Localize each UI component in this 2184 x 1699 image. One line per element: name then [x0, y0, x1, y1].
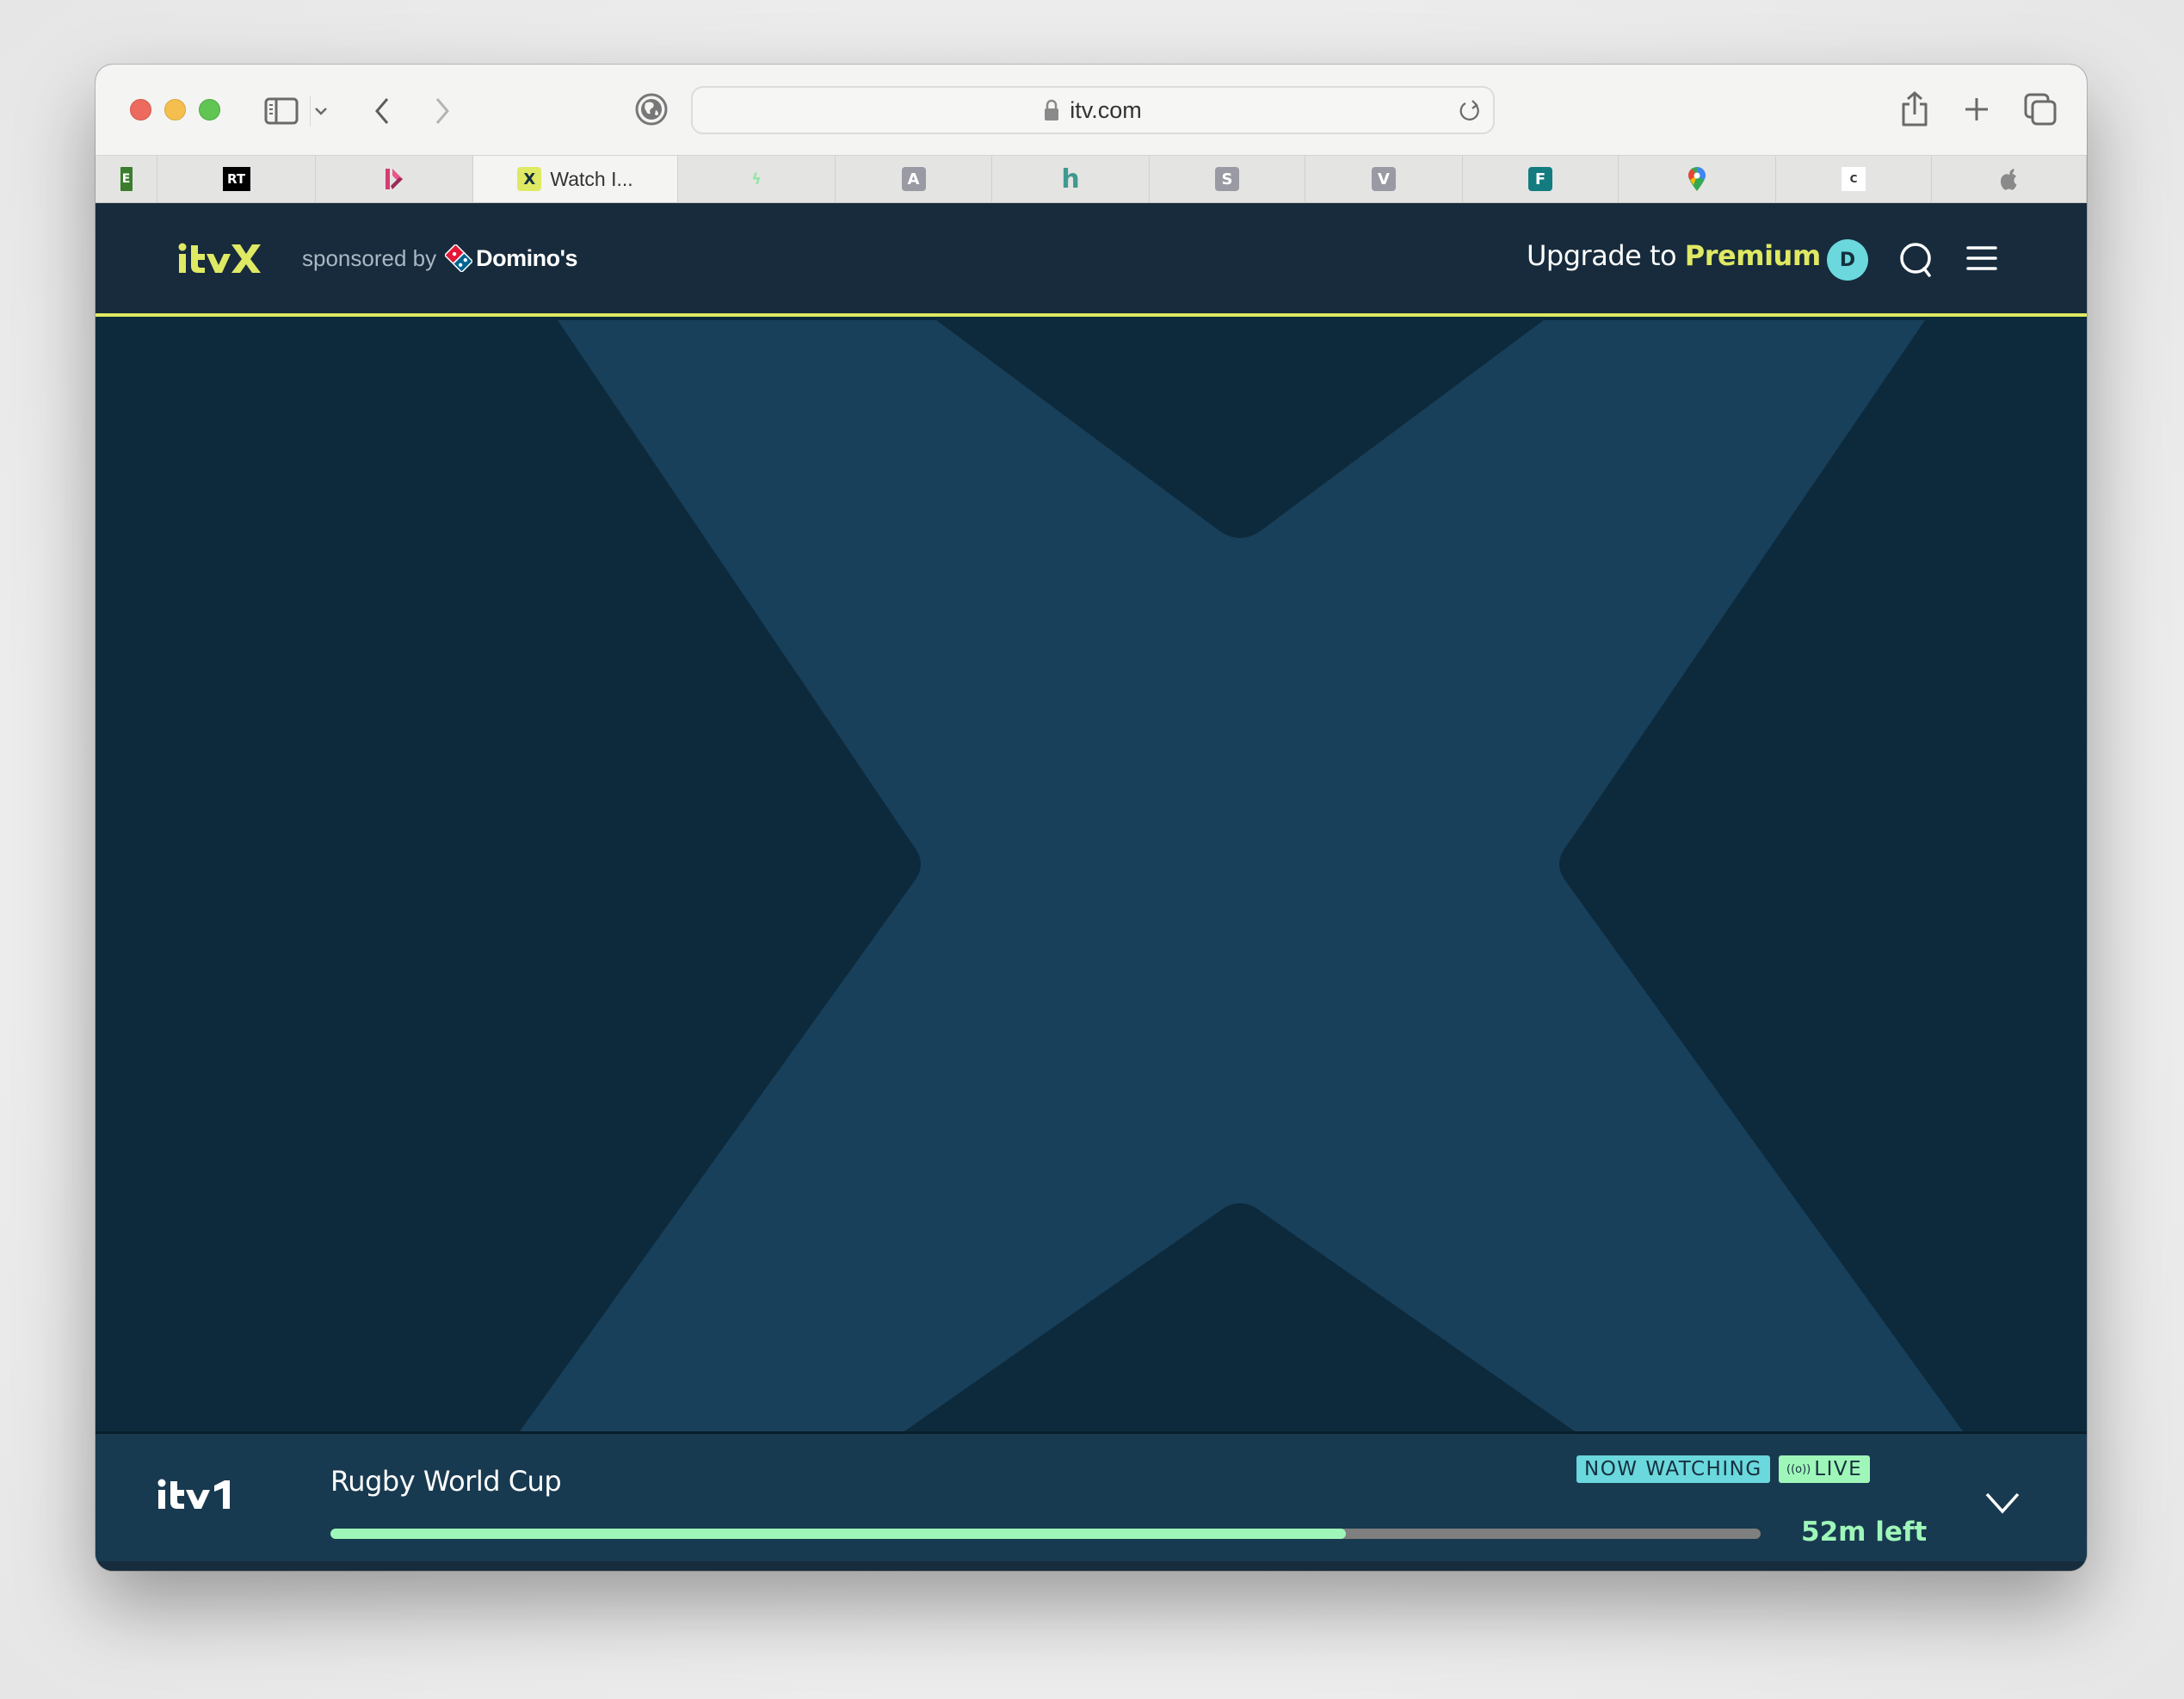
upgrade-prefix: Upgrade to	[1527, 239, 1677, 272]
itvx-x-shape	[520, 320, 1963, 1431]
live-broadcast-icon: ((o))	[1786, 1462, 1811, 1476]
tab[interactable]: E	[96, 156, 157, 202]
sidebar-toggle-button[interactable]	[264, 97, 299, 125]
chevron-left-icon	[375, 98, 389, 124]
search-button[interactable]	[1898, 241, 1934, 279]
live-label: LIVE	[1814, 1458, 1863, 1480]
reload-button[interactable]	[1457, 98, 1483, 124]
chevron-down-icon	[1985, 1492, 2020, 1514]
play-favicon-icon	[382, 167, 406, 191]
tab[interactable]: F	[1463, 156, 1619, 202]
browser-window: itv.com E RT X Watch I... ϟ A h S V F C …	[96, 65, 2087, 1571]
tab-group-dropdown-button[interactable]	[311, 99, 331, 123]
rt-favicon-icon: RT	[222, 167, 250, 191]
h-favicon-icon: h	[1061, 164, 1080, 195]
avatar-initial: D	[1839, 249, 1856, 271]
plus-icon	[1965, 98, 1988, 120]
hero-placeholder	[96, 320, 2087, 1431]
reload-icon	[1459, 100, 1479, 120]
tab[interactable]: RT	[157, 156, 316, 202]
bolt-favicon-icon: ϟ	[751, 170, 762, 188]
s-favicon-icon: S	[1215, 167, 1239, 191]
forms-favicon-icon: F	[1528, 167, 1552, 191]
address-bar[interactable]: itv.com	[691, 86, 1495, 134]
tab-active[interactable]: X Watch I...	[473, 156, 678, 202]
upgrade-premium-link[interactable]: Upgrade to Premium	[1527, 239, 1821, 272]
tab[interactable]: C	[1776, 156, 1932, 202]
progress-fill	[330, 1529, 1347, 1539]
x-shape	[520, 320, 1963, 1431]
forward-button[interactable]	[429, 94, 455, 128]
url-text: itv.com	[1070, 96, 1142, 123]
tab[interactable]	[1619, 156, 1776, 202]
e-favicon-icon: E	[120, 167, 133, 191]
browser-toolbar: itv.com	[96, 65, 2087, 155]
site-header: sponsored by Domino's Upgrade to Premium	[96, 203, 2087, 317]
chevron-down-icon	[315, 108, 327, 115]
sponsored-by-label: sponsored by	[302, 244, 437, 271]
tab[interactable]: A	[836, 156, 992, 202]
expand-player-button[interactable]	[1982, 1487, 2023, 1518]
tab-bar: E RT X Watch I... ϟ Ah S V F C	[96, 155, 2087, 203]
dominos-logo[interactable]: Domino's	[445, 244, 578, 272]
tab[interactable]: S	[1150, 156, 1305, 202]
share-button[interactable]	[1897, 89, 1932, 130]
v-favicon-icon: V	[1372, 167, 1396, 191]
tab[interactable]	[316, 156, 473, 202]
sidebar-icon	[264, 97, 299, 125]
apple-favicon-icon	[1997, 167, 2021, 191]
zoom-window-button[interactable]	[199, 99, 220, 120]
back-button[interactable]	[369, 94, 395, 128]
sponsor-credit: sponsored by Domino's	[302, 244, 578, 272]
itvx-logo[interactable]	[178, 243, 264, 278]
programme-title[interactable]: Rugby World Cup	[330, 1465, 562, 1498]
itvx-favicon-icon: X	[517, 167, 542, 191]
hamburger-menu-icon	[1966, 246, 1997, 270]
tab-overview-icon	[2024, 93, 2057, 126]
live-badge: ((o)) LIVE	[1779, 1455, 1871, 1483]
new-tab-button[interactable]	[1959, 92, 1994, 127]
tab[interactable]: ϟ	[678, 156, 836, 202]
a-favicon-icon: A	[901, 167, 926, 191]
tab-title: Watch I...	[550, 167, 633, 190]
menu-button[interactable]	[1966, 244, 1997, 272]
now-playing-footer-strip	[96, 1561, 2087, 1571]
domino-tile-icon	[445, 244, 473, 272]
lock-icon	[1045, 99, 1059, 120]
globe-icon	[635, 93, 668, 126]
programme-progress-bar	[330, 1529, 1761, 1539]
upgrade-premium-label: Premium	[1684, 239, 1821, 272]
now-watching-label: NOW WATCHING	[1584, 1458, 1762, 1480]
tab[interactable]: V	[1305, 156, 1463, 202]
sponsor-name: Domino's	[476, 244, 578, 271]
search-icon	[1900, 243, 1931, 277]
site-settings-button[interactable]	[634, 92, 669, 127]
now-playing-bar[interactable]: Rugby World Cup NOW WATCHING ((o)) LIVE …	[96, 1431, 2087, 1571]
profile-avatar-button[interactable]: D	[1827, 239, 1868, 281]
tab[interactable]	[1932, 156, 2087, 202]
minimize-window-button[interactable]	[164, 99, 186, 120]
maps-favicon-icon	[1685, 167, 1709, 191]
tab[interactable]: h	[992, 156, 1150, 202]
conwy-favicon-icon: C	[1842, 167, 1866, 191]
itv1-channel-logo	[157, 1479, 237, 1514]
share-icon	[1902, 91, 1928, 127]
close-window-button[interactable]	[130, 99, 151, 120]
chevron-right-icon	[435, 98, 449, 124]
now-watching-badge: NOW WATCHING	[1576, 1455, 1770, 1483]
tab-overview-button[interactable]	[2021, 92, 2059, 127]
time-remaining: 52m left	[1801, 1517, 1928, 1548]
